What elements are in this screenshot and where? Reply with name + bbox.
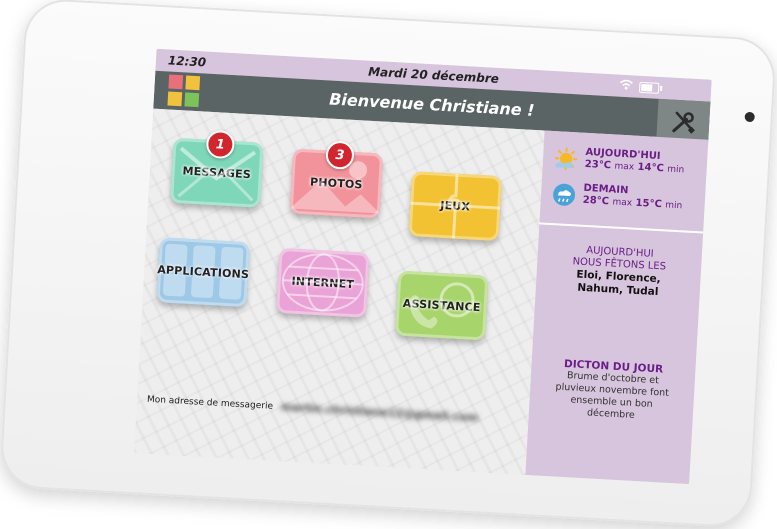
today-max-label: max (614, 161, 635, 173)
weather-tomorrow: DEMAIN 28°C max 15°C min (550, 181, 683, 214)
email-row: Mon adresse de messagerie martin.christi… (147, 393, 479, 424)
tomorrow-min: 15°C (635, 197, 663, 211)
photos-tile[interactable]: 3 PHOTOS (289, 140, 384, 219)
tomorrow-min-label: min (664, 200, 683, 212)
app-grid: 1 MESSAGES 3 PHOTOS JEUX APPLICATIONS IN… (133, 108, 545, 475)
tools-icon (672, 111, 695, 134)
weather-today: AUJOURD'HUI 23°C max 14°C min (552, 145, 685, 178)
jeux-tile[interactable]: JEUX (408, 171, 503, 242)
sun-icon (552, 145, 579, 172)
tomorrow-max-label: max (612, 197, 633, 209)
messages-tile[interactable]: 1 MESSAGES (170, 129, 264, 208)
cloud-rain-icon (550, 181, 577, 208)
tablet-device: 12:30 Mardi 20 décembre Bienvenue Christ… (0, 0, 777, 529)
info-sidebar: AUJOURD'HUI 23°C max 14°C min DEMAIN 28°… (525, 130, 709, 485)
today-min: 14°C (637, 161, 665, 175)
sidebar-divider (539, 222, 704, 234)
applications-tile[interactable]: APPLICATIONS (156, 237, 250, 308)
today-max: 23°C (584, 158, 612, 172)
tablet-screen: 12:30 Mardi 20 décembre Bienvenue Christ… (133, 48, 712, 485)
internet-tile[interactable]: INTERNET (276, 247, 370, 318)
battery-icon (638, 81, 660, 94)
assistance-tile[interactable]: ASSISTANCE (394, 270, 489, 341)
fete-section: AUJOURD'HUI NOUS FÊTONS LES Eloi, Floren… (536, 242, 703, 301)
wifi-icon (619, 79, 634, 95)
tomorrow-max: 28°C (582, 194, 610, 208)
status-icons (619, 79, 660, 96)
email-address: martin.christiane12@gmail.com (280, 400, 479, 425)
dicton-section: DICTON DU JOUR Brume d'octobre et pluvie… (529, 356, 696, 425)
today-min-label: min (666, 164, 685, 176)
camera (744, 111, 755, 123)
email-label: Mon adresse de messagerie (146, 394, 274, 412)
